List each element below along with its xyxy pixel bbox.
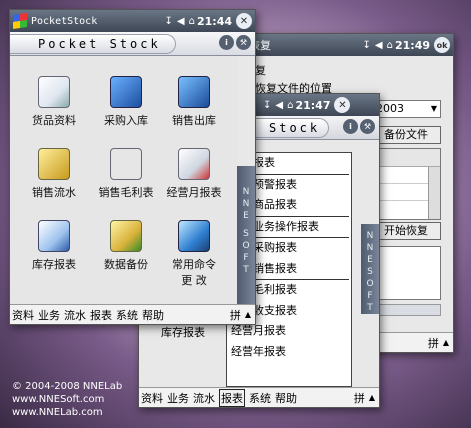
shortcut-label: 经营月报表 (166, 186, 222, 199)
purchase-in-shortcut[interactable]: 采购入库 (94, 76, 158, 128)
document-icon (38, 76, 70, 108)
flow-icon (38, 148, 70, 180)
shortcut-label: 货品资料 (32, 114, 76, 127)
menu-help[interactable]: 帮助 (142, 307, 164, 323)
menu-item-yearly[interactable]: 经营年报表 (227, 342, 351, 363)
speaker-icon: ◀ (374, 39, 383, 51)
report-inventory-label: 库存报表 (161, 326, 205, 339)
brand-sidebar: NNESOFT (237, 166, 255, 306)
menu-flow[interactable]: 流水 (64, 307, 86, 323)
close-icon[interactable]: ✕ (334, 97, 351, 113)
restore-section-label: 复 (255, 64, 266, 77)
app-title: PocketStock (31, 15, 98, 27)
home-icon: ⌂ (386, 39, 393, 51)
main-menubar: 资料 业务 流水 报表 系统 帮助 拼 ▲ (10, 304, 255, 324)
restore-select-value: 2003 (376, 102, 404, 115)
menu-data[interactable]: 资料 (141, 390, 163, 406)
shortcut-label: 常用命令 (172, 258, 216, 271)
main-window: PocketStock ↧ ◀ ⌂ 21:44 ✕ Pocket Stock i… (9, 9, 256, 325)
icon-grid: 货品资料 采购入库 销售出库 销售流水 销售毛利表 经营月报表 库存报表 数据备… (10, 56, 238, 306)
clock: 21:49 (394, 38, 430, 52)
speaker-icon: ◀ (275, 99, 284, 111)
restore-titlebar: 据恢复 ↧ ◀ ⌂ 21:49 ok (233, 34, 453, 56)
menu-system[interactable]: 系统 (249, 390, 271, 406)
inventory-icon (38, 220, 70, 252)
menu-help[interactable]: 帮助 (275, 390, 297, 406)
restore-list[interactable] (371, 148, 441, 220)
inventory-report-shortcut[interactable]: 库存报表 (22, 220, 86, 272)
backup-file-button[interactable]: 备份文件 (371, 126, 441, 144)
speaker-icon: ◀ (176, 15, 185, 27)
tools-icon[interactable]: ⚒ (236, 35, 251, 50)
scrollbar[interactable] (428, 167, 440, 219)
gross-profit-shortcut[interactable]: 销售毛利表 (94, 148, 158, 200)
start-restore-button[interactable]: 开始恢复 (371, 222, 441, 240)
menu-business[interactable]: 业务 (167, 390, 189, 406)
goods-data-shortcut[interactable]: 货品资料 (22, 76, 86, 128)
shortcut-label: 数据备份 (104, 258, 148, 271)
shortcut-label: 库存报表 (32, 258, 76, 271)
shortcut-label: 采购入库 (104, 114, 148, 127)
restore-file-select[interactable]: 2003 ▼ (371, 100, 441, 118)
menu-system[interactable]: 系统 (116, 307, 138, 323)
menu-business[interactable]: 业务 (38, 307, 60, 323)
input-arrow-icon[interactable]: ▲ (245, 310, 251, 319)
main-titlebar: PocketStock ↧ ◀ ⌂ 21:44 ✕ (10, 10, 255, 32)
home-icon: ⌂ (188, 15, 195, 27)
clock: 21:44 (196, 14, 232, 28)
shortcut-label: 销售毛利表 (98, 186, 154, 199)
clock: 21:47 (295, 98, 331, 112)
chevron-down-icon: ▼ (430, 104, 437, 113)
restore-log (371, 246, 441, 300)
sales-flow-shortcut[interactable]: 销售流水 (22, 148, 86, 200)
copyright-footer: © 2004-2008 NNELab www.NNESoft.com www.N… (12, 380, 122, 419)
copyright-text: © 2004-2008 NNELab (12, 381, 123, 392)
signal-icon: ↧ (164, 15, 173, 27)
purchase-icon (110, 76, 142, 108)
info-icon[interactable]: i (343, 119, 358, 134)
restore-progress (371, 304, 441, 316)
signal-icon: ↧ (263, 99, 272, 111)
backup-icon (110, 220, 142, 252)
home-icon: ⌂ (287, 99, 294, 111)
signal-icon: ↧ (362, 39, 371, 51)
windows-start-icon[interactable] (13, 13, 27, 29)
monthly-report-shortcut[interactable]: 经营月报表 (162, 148, 226, 200)
ok-button[interactable]: ok (434, 37, 450, 53)
sale-icon (178, 76, 210, 108)
brand-sidebar: NNESOFT (361, 224, 379, 314)
website-link-1[interactable]: www.NNESoft.com (12, 393, 122, 406)
website-link-2[interactable]: www.NNELab.com (12, 406, 122, 419)
shortcut-label-change: 更 改 (181, 274, 207, 287)
shortcut-label: 销售出库 (172, 114, 216, 127)
shortcut-label: 销售流水 (32, 186, 76, 199)
sales-out-shortcut[interactable]: 销售出库 (162, 76, 226, 128)
input-method-button[interactable]: 拼 (354, 390, 365, 406)
main-header: Pocket Stock i ⚒ (10, 32, 255, 56)
info-icon[interactable]: i (219, 35, 234, 50)
input-arrow-icon[interactable]: ▲ (369, 393, 375, 402)
report-menubar: 资料 业务 流水 报表 系统 帮助 拼 ▲ (139, 387, 379, 407)
input-arrow-icon[interactable]: ▲ (443, 338, 449, 347)
tools-icon[interactable]: ⚒ (360, 119, 375, 134)
menu-flow[interactable]: 流水 (193, 390, 215, 406)
input-method-button[interactable]: 拼 (230, 307, 241, 323)
data-backup-shortcut[interactable]: 数据备份 (94, 220, 158, 272)
menu-data[interactable]: 资料 (12, 307, 34, 323)
common-commands-shortcut[interactable]: 常用命令 更 改 (162, 220, 226, 288)
input-method-button[interactable]: 拼 (428, 335, 439, 351)
profit-icon (110, 148, 142, 180)
monthly-icon (178, 148, 210, 180)
menu-report[interactable]: 报表 (219, 388, 245, 407)
command-icon (178, 220, 210, 252)
menu-report[interactable]: 报表 (90, 307, 112, 323)
main-header-title: Pocket Stock (10, 34, 176, 54)
close-icon[interactable]: ✕ (236, 13, 252, 29)
